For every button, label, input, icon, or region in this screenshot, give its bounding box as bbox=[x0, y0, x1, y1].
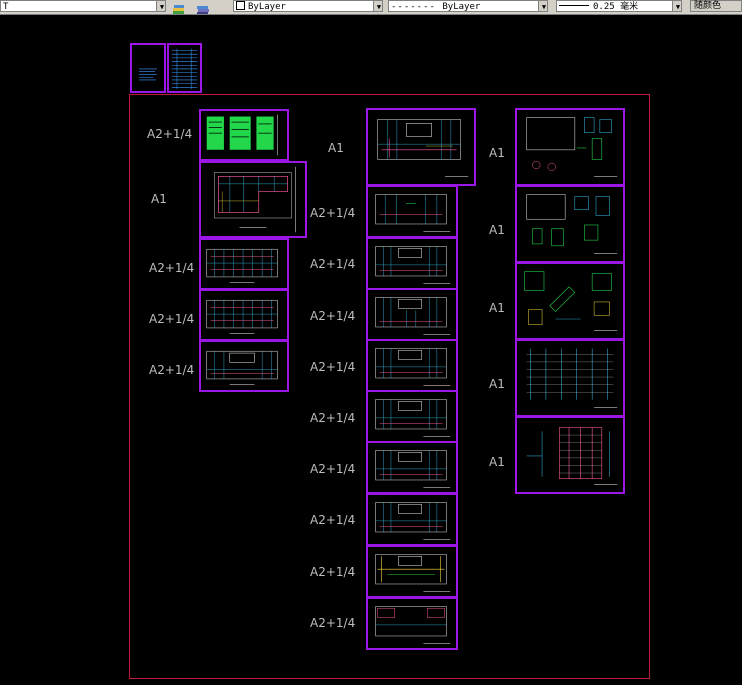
sheet-size-label: A1 bbox=[151, 192, 167, 206]
layer-value: T bbox=[3, 2, 9, 12]
floor-plan-sheet[interactable] bbox=[366, 237, 458, 290]
plotstyle-label: 随颜色 bbox=[694, 1, 722, 11]
chevron-down-icon[interactable]: ▼ bbox=[373, 1, 382, 11]
system-diagram-sheet[interactable] bbox=[515, 339, 625, 417]
linetype-dropdown[interactable]: ------- ByLayer ▼ bbox=[388, 0, 548, 12]
sheet-size-label: A2+1/4 bbox=[310, 565, 356, 579]
sheet-size-label: A2+1/4 bbox=[149, 261, 195, 275]
sheet-size-label: A1 bbox=[489, 455, 505, 469]
color-swatch-icon bbox=[236, 1, 245, 10]
sheet-size-label: A2+1/4 bbox=[310, 257, 356, 271]
ground-floor-plan-sheet[interactable] bbox=[366, 108, 476, 186]
sheet-size-label: A2+1/4 bbox=[310, 616, 356, 630]
sheet-size-label: A1 bbox=[328, 141, 344, 155]
floor-plan-sheet[interactable] bbox=[366, 597, 458, 650]
detail-sheet[interactable] bbox=[515, 262, 625, 340]
sheet-size-label: A2+1/4 bbox=[149, 312, 195, 326]
sheet-size-label: A1 bbox=[489, 377, 505, 391]
linetype-value: ByLayer bbox=[442, 2, 481, 12]
sheet-size-label: A2+1/4 bbox=[310, 309, 356, 323]
detail-sheet[interactable] bbox=[515, 108, 625, 186]
chevron-down-icon[interactable]: ▼ bbox=[672, 1, 681, 11]
sheet-size-label: A2+1/4 bbox=[310, 462, 356, 476]
floor-plan-sheet[interactable] bbox=[199, 289, 289, 341]
color-value: ByLayer bbox=[248, 2, 286, 12]
plotstyle-button[interactable]: 随颜色 bbox=[690, 0, 742, 12]
lineweight-dropdown[interactable]: 0.25 毫米 ▼ bbox=[556, 0, 682, 12]
sheet-size-label: A2+1/4 bbox=[310, 513, 356, 527]
cover-sheet[interactable] bbox=[130, 43, 166, 93]
floor-plan-sheet[interactable] bbox=[366, 185, 458, 238]
floor-plan-sheet[interactable] bbox=[199, 340, 289, 392]
detail-sheet[interactable] bbox=[515, 185, 625, 263]
properties-toolbar: T ▼ ByLayer ▼ ------- ByLayer ▼ 0.25 毫米 … bbox=[0, 0, 742, 15]
floor-plan-sheet[interactable] bbox=[366, 339, 458, 392]
floor-plan-sheet[interactable] bbox=[366, 390, 458, 443]
floor-plan-sheet[interactable] bbox=[366, 288, 458, 341]
layer-manager-icon[interactable] bbox=[172, 0, 186, 14]
site-plan-sheet[interactable] bbox=[199, 161, 307, 238]
chevron-down-icon[interactable]: ▼ bbox=[156, 1, 165, 11]
sheet-size-label: A2+1/4 bbox=[310, 206, 356, 220]
sheet-size-label: A1 bbox=[489, 301, 505, 315]
sheet-size-label: A2+1/4 bbox=[310, 360, 356, 374]
lineweight-line-icon bbox=[559, 5, 589, 6]
floor-plan-sheet[interactable] bbox=[199, 238, 289, 290]
layer-previous-icon[interactable] bbox=[196, 0, 210, 14]
roof-plan-sheet[interactable] bbox=[366, 545, 458, 598]
sheet-size-label: A2+1/4 bbox=[147, 127, 193, 141]
sheet-size-label: A2+1/4 bbox=[310, 411, 356, 425]
drawing-canvas[interactable]: A2+1/4 A1 A2+1/4 A2+1/4 A2+1/4 A1 A2+1/4… bbox=[0, 15, 742, 685]
sheet-size-label: A1 bbox=[489, 223, 505, 237]
index-sheet[interactable] bbox=[167, 43, 202, 93]
sheet-size-label: A2+1/4 bbox=[149, 363, 195, 377]
system-diagram-sheet[interactable] bbox=[515, 416, 625, 494]
layer-dropdown[interactable]: T ▼ bbox=[0, 0, 166, 12]
color-dropdown[interactable]: ByLayer ▼ bbox=[233, 0, 383, 12]
floor-plan-sheet[interactable] bbox=[366, 493, 458, 546]
lineweight-value: 0.25 毫米 bbox=[593, 2, 639, 12]
dashed-line-icon: ------- bbox=[391, 2, 443, 12]
sheet-size-label: A1 bbox=[489, 146, 505, 160]
design-notes-sheet[interactable] bbox=[199, 109, 289, 161]
floor-plan-sheet[interactable] bbox=[366, 441, 458, 494]
chevron-down-icon[interactable]: ▼ bbox=[538, 1, 547, 11]
